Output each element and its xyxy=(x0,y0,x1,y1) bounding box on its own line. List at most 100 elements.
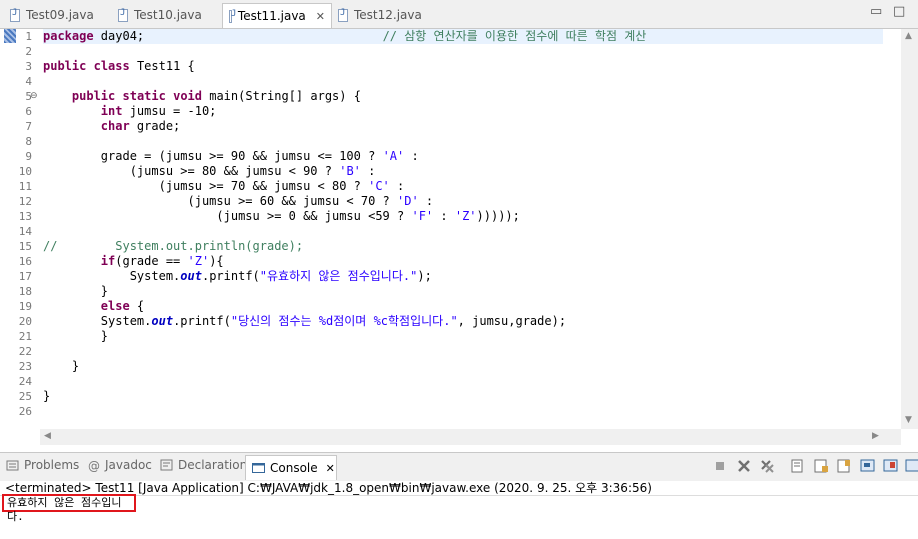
code-token: : xyxy=(360,164,376,178)
code-token: 'Z' xyxy=(187,254,210,268)
fold-collapse-icon[interactable]: ⊖ xyxy=(30,91,38,101)
code-token: .printf( xyxy=(173,314,231,328)
code-line[interactable]: if(grade == 'Z'){ xyxy=(43,254,224,269)
code-line[interactable]: char grade; xyxy=(43,119,180,134)
code-line[interactable]: } xyxy=(43,329,108,344)
remove-all-terminated-icon[interactable] xyxy=(759,458,775,474)
code-token: 'F' xyxy=(411,209,434,223)
code-line[interactable]: } xyxy=(43,284,108,299)
tab-test12[interactable]: Test12.java xyxy=(338,4,422,26)
scroll-down-icon[interactable]: ▼ xyxy=(905,415,912,425)
word-wrap-icon[interactable] xyxy=(836,458,852,474)
code-token: char xyxy=(100,119,130,133)
code-token: 'B' xyxy=(339,164,361,178)
code-line[interactable]: (jumsu >= 0 && jumsu <59 ? 'F' : 'Z'))))… xyxy=(43,209,520,224)
tab-problems[interactable]: Problems xyxy=(6,458,79,472)
horizontal-scrollbar[interactable]: ◀ ▶ xyxy=(40,429,901,445)
code-line[interactable]: else { xyxy=(43,299,144,314)
minimize-icon[interactable]: ▭ xyxy=(870,4,882,19)
display-selected-console-icon[interactable] xyxy=(883,458,899,474)
java-file-icon xyxy=(229,9,236,23)
code-token: 'D' xyxy=(397,194,419,208)
tab-console[interactable]: Console ✕ xyxy=(245,455,337,480)
vertical-scrollbar[interactable]: ▲ ▼ xyxy=(901,29,918,429)
code-token: jumsu = -10; xyxy=(122,104,217,118)
line-number: 19 xyxy=(18,300,32,313)
tab-label: Problems xyxy=(24,458,80,472)
console-icon xyxy=(252,462,265,474)
code-token: } xyxy=(43,284,109,298)
code-token: System. xyxy=(43,314,152,328)
code-token: (grade == xyxy=(115,254,188,268)
code-line[interactable]: } xyxy=(43,389,50,404)
code-token: package xyxy=(43,29,94,43)
code-token: (jumsu >= 80 && jumsu < 90 ? xyxy=(43,164,340,178)
java-file-icon xyxy=(10,8,20,22)
code-line[interactable]: System.out.printf("유효하지 않은 점수입니다."); xyxy=(43,269,432,284)
terminate-icon[interactable] xyxy=(712,458,728,474)
tab-test09[interactable]: Test09.java xyxy=(10,4,94,26)
code-token: (jumsu >= 0 && jumsu <59 ? xyxy=(43,209,412,223)
code-token: } xyxy=(43,329,109,343)
code-token: ); xyxy=(417,269,432,283)
code-line[interactable]: System.out.printf("당신의 점수는 %d점이며 %c학점입니다… xyxy=(43,314,566,329)
code-token: 'C' xyxy=(368,179,390,193)
code-line[interactable]: (jumsu >= 70 && jumsu < 80 ? 'C' : xyxy=(43,179,405,194)
tab-label: Console xyxy=(270,461,318,475)
scroll-left-icon[interactable]: ◀ xyxy=(44,431,51,441)
code-line[interactable]: package day04; // 삼항 연산자를 이용한 점수에 따른 학점 … xyxy=(43,29,883,44)
code-editor[interactable]: 1 2 3 4 5 6 7 8 9 10 11 12 13 14 15 16 17 18 19 20 21 22 23 24 2… xyxy=(0,29,918,445)
editor-tab-bar: Test09.java Test10.java Test11.java ✕ Te… xyxy=(0,0,918,29)
line-number: 26 xyxy=(18,405,32,418)
line-number: 10 xyxy=(18,165,32,178)
code-token: : xyxy=(418,194,434,208)
tab-test10[interactable]: Test10.java xyxy=(118,4,202,26)
clear-console-icon[interactable] xyxy=(790,458,806,474)
code-token: Test11 { xyxy=(129,59,195,73)
code-token: "유효하지 않은 점수입니다." xyxy=(259,269,418,283)
code-line[interactable]: (jumsu >= 80 && jumsu < 90 ? 'B' : xyxy=(43,164,376,179)
code-token: out xyxy=(180,269,202,283)
code-line[interactable]: public class Test11 { xyxy=(43,59,195,74)
line-number: 23 xyxy=(18,360,32,373)
line-number: 21 xyxy=(18,330,32,343)
code-token: int xyxy=(100,104,123,118)
tab-javadoc[interactable]: @ Javadoc xyxy=(88,458,152,473)
close-icon[interactable]: ✕ xyxy=(326,462,335,475)
scroll-lock-icon[interactable] xyxy=(813,458,829,474)
line-number: 14 xyxy=(18,225,32,238)
code-token: , jumsu,grade); xyxy=(457,314,567,328)
scroll-up-icon[interactable]: ▲ xyxy=(905,31,912,41)
line-number: 15 xyxy=(18,240,32,253)
line-number: 13 xyxy=(18,210,32,223)
code-line[interactable]: } xyxy=(43,359,79,374)
line-number-gutter: 1 2 3 4 5 6 7 8 9 10 11 12 13 14 15 16 17 18 19 20 21 22 23 24 2… xyxy=(0,29,40,429)
code-token: // 삼항 연산자를 이용한 점수에 따른 학점 계산 xyxy=(382,29,647,43)
problems-icon xyxy=(6,459,19,471)
code-line[interactable]: (jumsu >= 60 && jumsu < 70 ? 'D' : xyxy=(43,194,433,209)
close-icon[interactable]: ✕ xyxy=(316,10,325,23)
code-line[interactable]: // System.out.println(grade); xyxy=(43,239,303,254)
line-number: 7 xyxy=(25,120,32,133)
tab-declaration[interactable]: Declaration xyxy=(160,458,247,472)
code-line[interactable]: int jumsu = -10; xyxy=(43,104,217,119)
tab-test11[interactable]: Test11.java ✕ xyxy=(222,3,332,28)
code-token: : xyxy=(404,149,419,163)
remove-launch-icon[interactable] xyxy=(736,458,752,474)
open-console-icon[interactable] xyxy=(905,458,918,474)
code-token: // System.out.println(grade); xyxy=(43,239,304,253)
code-line[interactable]: grade = (jumsu >= 90 && jumsu <= 100 ? '… xyxy=(43,149,419,164)
scroll-right-icon[interactable]: ▶ xyxy=(872,431,879,441)
code-token: public xyxy=(71,89,116,103)
code-line[interactable]: public static void main(String[] args) { xyxy=(43,89,361,104)
line-number: 3 xyxy=(25,60,32,73)
pin-console-icon[interactable] xyxy=(860,458,876,474)
maximize-icon[interactable]: □ xyxy=(893,4,905,19)
